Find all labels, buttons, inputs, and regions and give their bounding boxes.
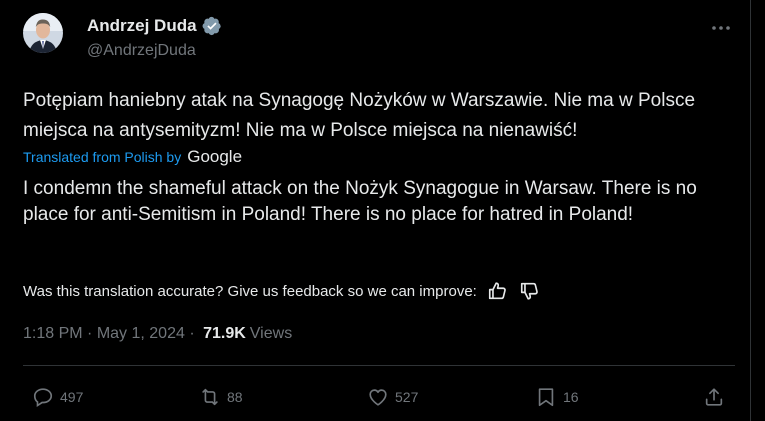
more-options-icon[interactable] — [709, 18, 733, 38]
tweet-date[interactable]: May 1, 2024 — [97, 325, 185, 343]
meta-separator: · — [184, 325, 200, 342]
divider — [23, 365, 735, 366]
avatar[interactable] — [23, 13, 63, 53]
verified-badge-icon[interactable] — [202, 16, 222, 36]
reply-count: 497 — [60, 389, 84, 405]
tweet-container: Andrzej Duda @AndrzejDuda Potępiam hanie… — [0, 0, 751, 421]
views-count: 71.9K — [203, 325, 246, 342]
share-button[interactable] — [703, 386, 725, 408]
like-count: 527 — [395, 389, 419, 405]
google-logo: Google — [187, 147, 243, 166]
bookmark-count: 16 — [563, 389, 579, 405]
tweet-meta: 1:18 PM · May 1, 2024 · 71.9K Views — [23, 325, 292, 343]
author-name[interactable]: Andrzej Duda — [87, 16, 197, 36]
tweet-text: Potępiam haniebny atak na Synagogę Nożyk… — [23, 90, 696, 141]
repost-count: 88 — [227, 389, 243, 405]
meta-separator: · — [82, 325, 97, 342]
like-button[interactable]: 527 — [367, 386, 418, 408]
tweet-time[interactable]: 1:18 PM — [23, 325, 83, 343]
author-name-row: Andrzej Duda — [87, 16, 222, 36]
bookmark-icon — [538, 388, 554, 407]
reply-icon — [33, 388, 53, 408]
share-icon — [705, 388, 723, 406]
reply-button[interactable]: 497 — [32, 386, 83, 408]
heart-icon — [369, 389, 387, 406]
repost-icon — [202, 388, 218, 406]
views-label: Views — [249, 325, 293, 342]
translation-attribution: Translated from Polish by Google — [23, 146, 242, 168]
bookmark-button[interactable]: 16 — [535, 386, 579, 408]
author-handle[interactable]: @AndrzejDuda — [87, 42, 196, 60]
translated-label[interactable]: Translated from Polish by — [23, 149, 181, 165]
avatar-image — [23, 13, 63, 53]
translation-feedback: Was this translation accurate? Give us f… — [23, 280, 541, 302]
feedback-question: Was this translation accurate? Give us f… — [23, 282, 477, 300]
repost-button[interactable]: 88 — [199, 386, 243, 408]
thumbs-up-icon[interactable] — [487, 280, 509, 302]
thumbs-down-icon[interactable] — [519, 280, 541, 302]
translated-text: I condemn the shameful attack on the Noż… — [23, 178, 697, 225]
